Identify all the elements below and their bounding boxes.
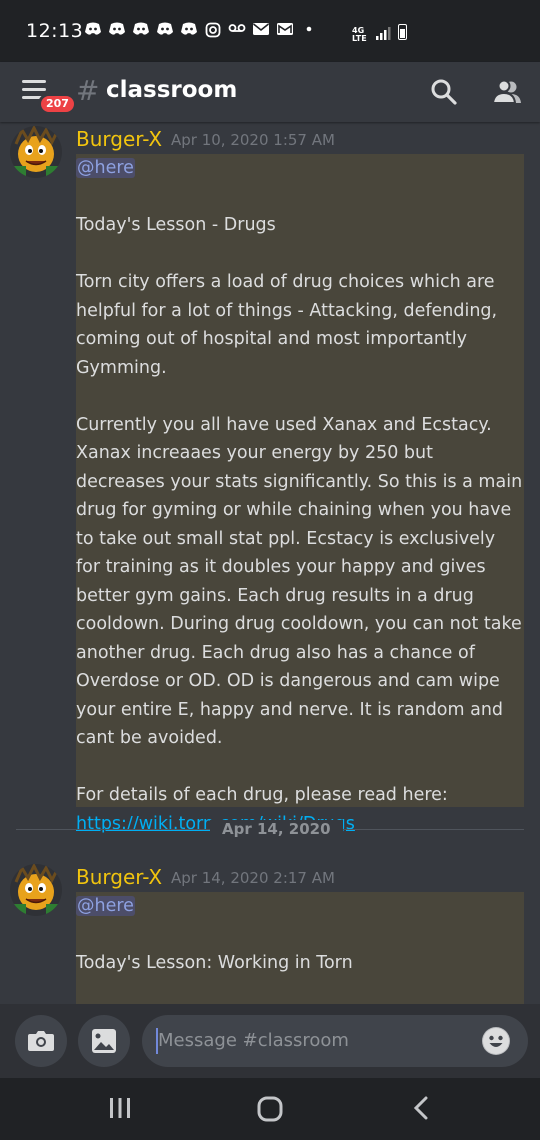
message-text: Currently you all have used Xanax and Ec… bbox=[76, 414, 523, 749]
network-label: 4G LTE bbox=[352, 26, 367, 43]
avatar[interactable] bbox=[10, 864, 62, 916]
channel-header: 207 # classroom bbox=[0, 62, 540, 122]
image-icon bbox=[92, 1029, 116, 1053]
message-content: @here Today's Lesson - Drugs Torn city o… bbox=[76, 154, 524, 834]
message-input-placeholder: Message #classroom bbox=[158, 1030, 349, 1051]
discord-notification-icon bbox=[108, 22, 126, 38]
discord-notification-icon bbox=[156, 22, 174, 38]
mention-here[interactable]: @here bbox=[76, 896, 135, 916]
discord-notification-icon bbox=[132, 22, 150, 38]
avatar[interactable] bbox=[10, 126, 62, 178]
battery-icon bbox=[398, 24, 407, 40]
channel-name[interactable]: classroom bbox=[106, 77, 237, 103]
message-input[interactable]: Message #classroom bbox=[142, 1015, 528, 1067]
system-nav-bar bbox=[0, 1078, 540, 1140]
search-icon[interactable] bbox=[428, 76, 460, 108]
discord-notification-icon bbox=[180, 22, 198, 38]
mention-here[interactable]: @here bbox=[76, 158, 135, 178]
camera-icon bbox=[28, 1031, 54, 1051]
notification-icons bbox=[84, 22, 318, 38]
discord-notification-icon bbox=[84, 22, 102, 38]
author-name[interactable]: Burger-X bbox=[76, 127, 162, 151]
message-timestamp: Apr 14, 2020 2:17 AM bbox=[171, 869, 335, 887]
message-content: @here Today's Lesson: Working in Torn bbox=[76, 892, 524, 1004]
voicemail-icon bbox=[228, 22, 246, 38]
home-icon[interactable] bbox=[257, 1096, 283, 1126]
status-bar: 12:13 4G LTE bbox=[0, 0, 540, 62]
hash-icon: # bbox=[76, 74, 100, 107]
emoji-icon[interactable] bbox=[482, 1027, 510, 1055]
message-text: Torn city offers a load of drug choices … bbox=[76, 272, 498, 378]
status-time: 12:13 bbox=[26, 20, 84, 42]
unread-badge: 207 bbox=[38, 93, 77, 115]
gmail-icon bbox=[276, 22, 294, 38]
camera-button[interactable] bbox=[15, 1015, 67, 1067]
message-text: Today's Lesson - Drugs bbox=[76, 215, 276, 235]
message-list[interactable]: Burger-X Apr 10, 2020 1:57 AM @here Toda… bbox=[0, 122, 540, 1004]
message-composer: Message #classroom bbox=[0, 1004, 540, 1078]
message-text: For details of each drug, please read he… bbox=[76, 785, 448, 805]
message-timestamp: Apr 10, 2020 1:57 AM bbox=[171, 131, 335, 149]
message-text: Today's Lesson: Working in Torn bbox=[76, 953, 353, 973]
dot-icon bbox=[300, 22, 318, 38]
date-divider: Apr 14, 2020 bbox=[210, 820, 343, 838]
mail-icon bbox=[252, 22, 270, 38]
recent-apps-icon[interactable] bbox=[108, 1096, 132, 1124]
author-name[interactable]: Burger-X bbox=[76, 865, 162, 889]
signal-icon bbox=[376, 27, 391, 40]
gallery-button[interactable] bbox=[78, 1015, 130, 1067]
back-icon[interactable] bbox=[410, 1096, 434, 1124]
instagram-icon bbox=[204, 22, 222, 38]
members-icon[interactable] bbox=[490, 76, 522, 108]
